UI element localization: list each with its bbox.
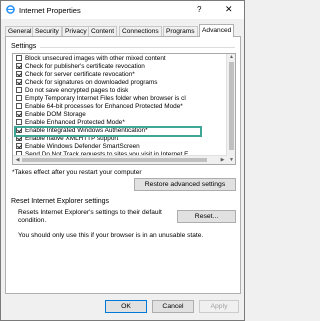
scroll-left-arrow-icon[interactable]: ◀ [14,156,21,164]
tab-general[interactable]: General [5,26,35,36]
settings-list-item[interactable]: Check for publisher's certificate revoca… [16,63,145,71]
horizontal-scrollbar[interactable]: ◀ ▶ [13,155,227,164]
hscrollbar-thumb[interactable] [22,158,207,162]
advanced-tab-panel: Settings Block unsecured images with oth… [5,36,241,294]
settings-list-item[interactable]: Enable DOM Storage [16,111,86,119]
settings-list-item[interactable]: Enable Integrated Windows Authentication… [16,127,148,135]
checkbox[interactable] [16,71,22,77]
settings-item-label: Enable Enhanced Protected Mode* [25,119,125,126]
settings-list-item[interactable]: Check for server certificate revocation* [16,71,135,79]
scroll-right-arrow-icon[interactable]: ▶ [219,156,226,164]
title-bar[interactable]: Internet Properties ? ✕ [1,1,244,19]
settings-item-label: Do not save encrypted pages to disk [25,87,129,94]
settings-list[interactable]: Block unsecured images with other mixed … [12,53,236,165]
close-button[interactable]: ✕ [225,4,233,15]
tab-advanced[interactable]: Advanced [199,24,235,37]
checkbox[interactable] [16,63,22,69]
checkbox[interactable] [16,95,22,101]
checkbox[interactable] [16,79,22,85]
settings-list-item[interactable]: Enable native XMLHTTP support [16,135,118,143]
settings-item-label: Check for publisher's certificate revoca… [25,63,145,70]
unusable-state-note: You should only use this if your browser… [18,232,204,239]
settings-list-item[interactable]: Enable Windows Defender SmartScreen [16,143,140,151]
checkbox[interactable] [16,55,22,61]
window-title: Internet Properties [19,6,81,15]
reset-description-line2: condition. [18,217,47,224]
group-divider [40,47,235,48]
tab-privacy[interactable]: Privacy [62,26,90,36]
checkbox[interactable] [16,143,22,149]
ok-button[interactable]: OK [105,300,147,313]
scroll-down-arrow-icon[interactable]: ▼ [228,157,235,164]
settings-group-label: Settings [11,43,37,50]
internet-explorer-icon [6,5,15,14]
reset-description-line1: Resets Internet Explorer's settings to t… [18,209,162,216]
settings-list-item[interactable]: Check for signatures on downloaded progr… [16,79,158,87]
checkbox[interactable] [16,87,22,93]
help-button[interactable]: ? [197,5,201,14]
tab-programs[interactable]: Programs [163,26,198,36]
tab-security[interactable]: Security [32,26,62,36]
vertical-scrollbar[interactable]: ▲ ▼ [226,54,235,164]
settings-list-item[interactable]: Empty Temporary Internet Files folder wh… [16,95,186,103]
checkbox[interactable] [16,103,22,109]
settings-item-label: Check for signatures on downloaded progr… [25,79,158,86]
reset-button[interactable]: Reset... [177,210,236,223]
settings-item-label: Empty Temporary Internet Files folder wh… [25,95,186,102]
reset-group-label: Reset Internet Explorer settings [11,198,110,205]
settings-rows: Block unsecured images with other mixed … [13,54,227,164]
settings-item-label: Enable Windows Defender SmartScreen [25,143,140,150]
checkbox[interactable] [16,119,22,125]
checkbox[interactable] [16,111,22,117]
tab-connections[interactable]: Connections [119,26,162,36]
settings-item-label: Block unsecured images with other mixed … [25,55,166,62]
restart-note: *Takes effect after you restart your com… [12,169,142,176]
settings-list-item[interactable]: Enable Enhanced Protected Mode* [16,119,125,127]
checkbox[interactable] [16,135,22,141]
settings-list-item[interactable]: Enable 64-bit processes for Enhanced Pro… [16,103,183,111]
scrollbar-thumb[interactable] [229,62,234,150]
settings-list-item[interactable]: Block unsecured images with other mixed … [16,55,166,63]
restore-advanced-settings-button[interactable]: Restore advanced settings [134,178,236,191]
checkbox[interactable] [16,127,22,133]
settings-item-label: Check for server certificate revocation* [25,71,135,78]
settings-item-label: Enable native XMLHTTP support [25,135,119,142]
settings-list-item[interactable]: Do not save encrypted pages to disk [16,87,128,95]
settings-item-label: Enable 64-bit processes for Enhanced Pro… [25,103,183,110]
settings-item-label: Enable Integrated Windows Authentication… [25,127,148,134]
cancel-button[interactable]: Cancel [152,300,194,313]
tab-content[interactable]: Content [88,26,118,36]
scroll-up-arrow-icon[interactable]: ▲ [228,54,235,61]
internet-properties-dialog: Internet Properties ? ✕ General Security… [0,0,245,321]
settings-item-label: Enable DOM Storage [25,111,86,118]
apply-button[interactable]: Apply [199,300,239,313]
